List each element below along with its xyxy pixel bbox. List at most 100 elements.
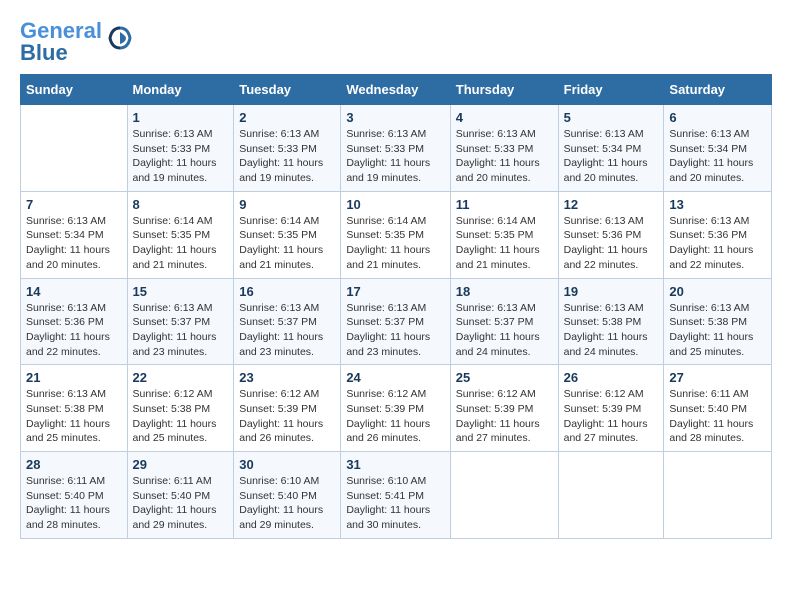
day-info: Sunrise: 6:14 AM Sunset: 5:35 PM Dayligh…: [239, 214, 335, 273]
day-info: Sunrise: 6:12 AM Sunset: 5:38 PM Dayligh…: [133, 387, 229, 446]
day-info: Sunrise: 6:11 AM Sunset: 5:40 PM Dayligh…: [26, 474, 122, 533]
day-number: 2: [239, 110, 335, 125]
calendar-cell: 23 Sunrise: 6:12 AM Sunset: 5:39 PM Dayli…: [234, 365, 341, 452]
calendar-week-row: 21 Sunrise: 6:13 AM Sunset: 5:38 PM Dayli…: [21, 365, 772, 452]
calendar-cell: [558, 452, 664, 539]
day-number: 9: [239, 197, 335, 212]
day-number: 4: [456, 110, 553, 125]
col-header-monday: Monday: [127, 75, 234, 105]
calendar-cell: 18 Sunrise: 6:13 AM Sunset: 5:37 PM Dayli…: [450, 278, 558, 365]
calendar-cell: 13 Sunrise: 6:13 AM Sunset: 5:36 PM Dayli…: [664, 191, 772, 278]
day-number: 21: [26, 370, 122, 385]
logo-text: General Blue: [20, 20, 102, 64]
calendar-cell: 26 Sunrise: 6:12 AM Sunset: 5:39 PM Dayli…: [558, 365, 664, 452]
day-number: 5: [564, 110, 659, 125]
calendar-cell: 14Sunrise: 6:13 AM Sunset: 5:36 PM Dayli…: [21, 278, 128, 365]
col-header-friday: Friday: [558, 75, 664, 105]
day-number: 27: [669, 370, 766, 385]
calendar-header-row: SundayMondayTuesdayWednesdayThursdayFrid…: [21, 75, 772, 105]
day-info: Sunrise: 6:13 AM Sunset: 5:33 PM Dayligh…: [456, 127, 553, 186]
calendar-cell: 24 Sunrise: 6:12 AM Sunset: 5:39 PM Dayli…: [341, 365, 450, 452]
day-number: 6: [669, 110, 766, 125]
calendar-cell: 20 Sunrise: 6:13 AM Sunset: 5:38 PM Dayli…: [664, 278, 772, 365]
day-info: Sunrise: 6:13 AM Sunset: 5:33 PM Dayligh…: [346, 127, 444, 186]
calendar-cell: 5Sunrise: 6:13 AM Sunset: 5:34 PM Daylig…: [558, 105, 664, 192]
day-number: 30: [239, 457, 335, 472]
col-header-sunday: Sunday: [21, 75, 128, 105]
col-header-tuesday: Tuesday: [234, 75, 341, 105]
day-info: Sunrise: 6:10 AM Sunset: 5:40 PM Dayligh…: [239, 474, 335, 533]
day-info: Sunrise: 6:12 AM Sunset: 5:39 PM Dayligh…: [346, 387, 444, 446]
day-info: Sunrise: 6:12 AM Sunset: 5:39 PM Dayligh…: [239, 387, 335, 446]
calendar-cell: [21, 105, 128, 192]
day-info: Sunrise: 6:12 AM Sunset: 5:39 PM Dayligh…: [456, 387, 553, 446]
calendar-cell: [664, 452, 772, 539]
day-info: Sunrise: 6:13 AM Sunset: 5:38 PM Dayligh…: [669, 301, 766, 360]
calendar-week-row: 7 Sunrise: 6:13 AM Sunset: 5:34 PM Daylig…: [21, 191, 772, 278]
day-number: 26: [564, 370, 659, 385]
logo-icon: [106, 24, 134, 52]
day-number: 13: [669, 197, 766, 212]
col-header-thursday: Thursday: [450, 75, 558, 105]
calendar-week-row: 28 Sunrise: 6:11 AM Sunset: 5:40 PM Dayli…: [21, 452, 772, 539]
calendar-cell: 25 Sunrise: 6:12 AM Sunset: 5:39 PM Dayli…: [450, 365, 558, 452]
day-info: Sunrise: 6:13 AM Sunset: 5:37 PM Dayligh…: [456, 301, 553, 360]
day-number: 7: [26, 197, 122, 212]
day-number: 1: [133, 110, 229, 125]
day-info: Sunrise: 6:13 AM Sunset: 5:34 PM Dayligh…: [669, 127, 766, 186]
calendar-cell: 21 Sunrise: 6:13 AM Sunset: 5:38 PM Dayli…: [21, 365, 128, 452]
calendar-cell: 17 Sunrise: 6:13 AM Sunset: 5:37 PM Dayli…: [341, 278, 450, 365]
calendar-cell: 29Sunrise: 6:11 AM Sunset: 5:40 PM Dayli…: [127, 452, 234, 539]
day-info: Sunrise: 6:14 AM Sunset: 5:35 PM Dayligh…: [133, 214, 229, 273]
calendar-cell: 27Sunrise: 6:11 AM Sunset: 5:40 PM Dayli…: [664, 365, 772, 452]
calendar-cell: 28 Sunrise: 6:11 AM Sunset: 5:40 PM Dayli…: [21, 452, 128, 539]
day-info: Sunrise: 6:13 AM Sunset: 5:37 PM Dayligh…: [346, 301, 444, 360]
calendar-cell: 4 Sunrise: 6:13 AM Sunset: 5:33 PM Daylig…: [450, 105, 558, 192]
col-header-wednesday: Wednesday: [341, 75, 450, 105]
day-number: 22: [133, 370, 229, 385]
day-info: Sunrise: 6:13 AM Sunset: 5:36 PM Dayligh…: [669, 214, 766, 273]
day-info: Sunrise: 6:13 AM Sunset: 5:36 PM Dayligh…: [564, 214, 659, 273]
logo-blue: Blue: [20, 40, 68, 65]
day-number: 25: [456, 370, 553, 385]
day-info: Sunrise: 6:13 AM Sunset: 5:34 PM Dayligh…: [26, 214, 122, 273]
page-header: General Blue: [20, 20, 772, 64]
day-number: 15: [133, 284, 229, 299]
day-number: 10: [346, 197, 444, 212]
day-info: Sunrise: 6:14 AM Sunset: 5:35 PM Dayligh…: [346, 214, 444, 273]
logo: General Blue: [20, 20, 134, 64]
day-info: Sunrise: 6:13 AM Sunset: 5:33 PM Dayligh…: [133, 127, 229, 186]
calendar-table: SundayMondayTuesdayWednesdayThursdayFrid…: [20, 74, 772, 539]
calendar-cell: 19Sunrise: 6:13 AM Sunset: 5:38 PM Dayli…: [558, 278, 664, 365]
day-info: Sunrise: 6:13 AM Sunset: 5:38 PM Dayligh…: [26, 387, 122, 446]
day-number: 29: [133, 457, 229, 472]
day-number: 11: [456, 197, 553, 212]
calendar-cell: 15Sunrise: 6:13 AM Sunset: 5:37 PM Dayli…: [127, 278, 234, 365]
day-number: 17: [346, 284, 444, 299]
day-number: 3: [346, 110, 444, 125]
day-number: 28: [26, 457, 122, 472]
day-info: Sunrise: 6:13 AM Sunset: 5:37 PM Dayligh…: [239, 301, 335, 360]
day-number: 18: [456, 284, 553, 299]
calendar-cell: 3 Sunrise: 6:13 AM Sunset: 5:33 PM Daylig…: [341, 105, 450, 192]
day-number: 12: [564, 197, 659, 212]
calendar-cell: 16 Sunrise: 6:13 AM Sunset: 5:37 PM Dayli…: [234, 278, 341, 365]
day-info: Sunrise: 6:14 AM Sunset: 5:35 PM Dayligh…: [456, 214, 553, 273]
calendar-week-row: 1 Sunrise: 6:13 AM Sunset: 5:33 PM Daylig…: [21, 105, 772, 192]
day-info: Sunrise: 6:12 AM Sunset: 5:39 PM Dayligh…: [564, 387, 659, 446]
day-number: 20: [669, 284, 766, 299]
calendar-cell: 1 Sunrise: 6:13 AM Sunset: 5:33 PM Daylig…: [127, 105, 234, 192]
day-number: 19: [564, 284, 659, 299]
calendar-cell: 7 Sunrise: 6:13 AM Sunset: 5:34 PM Daylig…: [21, 191, 128, 278]
day-number: 16: [239, 284, 335, 299]
day-info: Sunrise: 6:10 AM Sunset: 5:41 PM Dayligh…: [346, 474, 444, 533]
calendar-cell: 8 Sunrise: 6:14 AM Sunset: 5:35 PM Daylig…: [127, 191, 234, 278]
day-number: 24: [346, 370, 444, 385]
day-number: 23: [239, 370, 335, 385]
day-info: Sunrise: 6:13 AM Sunset: 5:33 PM Dayligh…: [239, 127, 335, 186]
calendar-cell: 2 Sunrise: 6:13 AM Sunset: 5:33 PM Daylig…: [234, 105, 341, 192]
calendar-cell: 12 Sunrise: 6:13 AM Sunset: 5:36 PM Dayli…: [558, 191, 664, 278]
col-header-saturday: Saturday: [664, 75, 772, 105]
day-number: 8: [133, 197, 229, 212]
calendar-cell: 9 Sunrise: 6:14 AM Sunset: 5:35 PM Daylig…: [234, 191, 341, 278]
